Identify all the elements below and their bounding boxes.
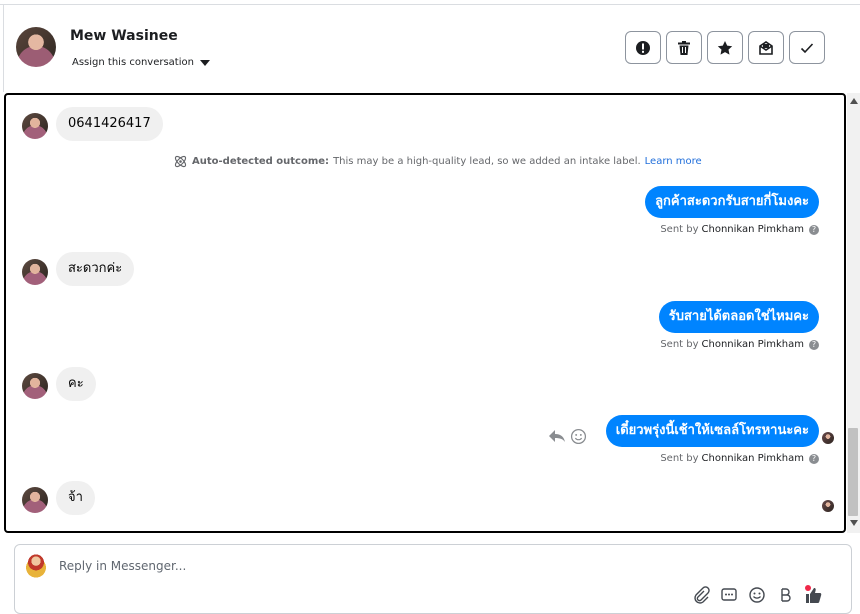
mark-unread-icon xyxy=(759,40,773,55)
conversation-actions xyxy=(625,31,825,64)
sent-by-info: Sent by Chonnikan Pimkham ? xyxy=(660,453,819,464)
alert-icon xyxy=(636,40,650,55)
seen-indicator-avatar xyxy=(822,432,834,444)
seen-indicator-avatar xyxy=(822,500,834,512)
customer-message-avatar xyxy=(22,487,48,513)
customer-message-avatar xyxy=(22,113,48,139)
help-icon[interactable]: ? xyxy=(809,339,819,350)
incoming-message[interactable]: 0641426417 xyxy=(56,107,163,141)
incoming-message[interactable]: จ้า xyxy=(56,481,95,515)
composer-toolbar xyxy=(692,586,822,604)
incoming-message[interactable]: สะดวกค่ะ xyxy=(56,252,135,286)
saved-replies-icon[interactable] xyxy=(720,586,738,604)
assign-conversation-dropdown[interactable]: Assign this conversation xyxy=(72,57,210,68)
scroll-down-arrow-icon[interactable] xyxy=(850,520,858,526)
page-avatar xyxy=(24,552,48,578)
scrollbar-thumb[interactable] xyxy=(848,428,858,516)
scroll-up-arrow-icon[interactable] xyxy=(850,98,858,104)
attachment-icon[interactable] xyxy=(692,586,710,604)
caret-down-icon xyxy=(199,59,210,66)
mark-unread-button[interactable] xyxy=(748,31,784,64)
top-divider xyxy=(0,4,860,5)
atom-icon xyxy=(174,155,187,168)
assign-label: Assign this conversation xyxy=(72,57,194,68)
check-icon xyxy=(800,42,814,53)
react-emoji-icon[interactable] xyxy=(570,428,587,445)
sent-by-prefix: Sent by xyxy=(660,224,699,235)
mark-spam-button[interactable] xyxy=(625,31,661,64)
mark-done-button[interactable] xyxy=(789,31,825,64)
learn-more-link[interactable]: Learn more xyxy=(645,156,702,167)
customer-avatar[interactable] xyxy=(16,27,56,67)
incoming-message[interactable]: คะ xyxy=(56,367,96,401)
auto-detected-label: Auto-detected outcome: xyxy=(192,156,330,167)
notification-dot xyxy=(805,585,811,591)
sender-name: Chonnikan Pimkham xyxy=(701,339,804,350)
outgoing-message[interactable]: ลูกค้าสะดวกรับสายกี่โมงคะ xyxy=(645,186,819,218)
auto-detected-outcome-notice: Auto-detected outcome: This may be a hig… xyxy=(173,154,702,169)
trash-icon xyxy=(678,40,690,55)
sent-by-prefix: Sent by xyxy=(660,339,699,350)
payment-icon[interactable] xyxy=(776,586,794,604)
outgoing-message[interactable]: เดี๋ยวพรุ่งนี้เช้าให้เซลล์โทรหานะคะ xyxy=(605,415,819,447)
reply-input[interactable]: Reply in Messenger... xyxy=(59,559,186,573)
sender-name: Chonnikan Pimkham xyxy=(701,224,804,235)
delete-button[interactable] xyxy=(666,31,702,64)
sent-by-prefix: Sent by xyxy=(660,453,699,464)
left-divider xyxy=(3,4,4,92)
customer-message-avatar xyxy=(22,373,48,399)
outgoing-message[interactable]: รับสายได้ตลอดใช่ไหมคะ xyxy=(658,301,819,333)
sent-by-info: Sent by Chonnikan Pimkham ? xyxy=(660,339,819,350)
sent-by-info: Sent by Chonnikan Pimkham ? xyxy=(660,224,819,235)
customer-message-avatar xyxy=(22,259,48,285)
star-icon xyxy=(717,40,733,55)
auto-detected-text: This may be a high-quality lead, so we a… xyxy=(333,156,641,167)
star-button[interactable] xyxy=(707,31,743,64)
reply-arrow-icon[interactable] xyxy=(548,428,566,444)
sender-name: Chonnikan Pimkham xyxy=(701,453,804,464)
help-icon[interactable]: ? xyxy=(809,453,819,464)
emoji-icon[interactable] xyxy=(748,586,766,604)
help-icon[interactable]: ? xyxy=(809,224,819,235)
customer-name[interactable]: Mew Wasinee xyxy=(70,28,178,44)
